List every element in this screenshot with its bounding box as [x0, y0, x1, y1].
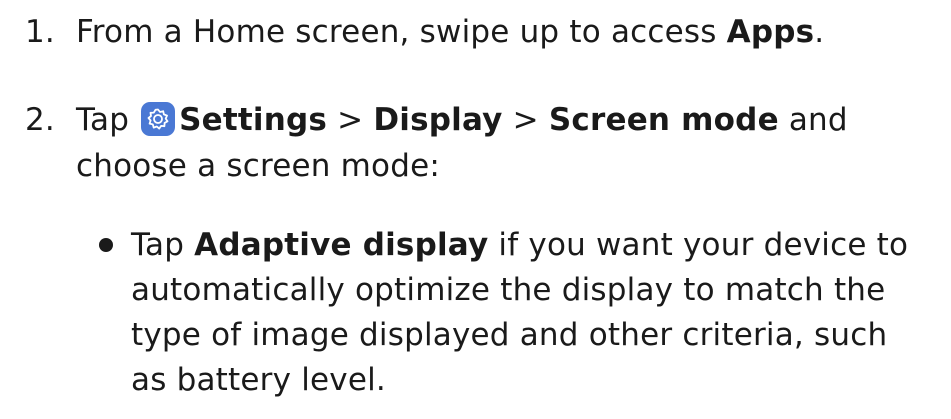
bullet-line-1: Tap Adaptive display if you want your de…	[131, 225, 908, 265]
bullet-line-3: type of image displayed and other criter…	[131, 317, 888, 353]
and-word: and	[778, 102, 848, 138]
step-1-text: From a Home screen, swipe up to access A…	[76, 12, 824, 52]
adaptive-display-label: Adaptive display	[194, 227, 489, 263]
display-label: Display	[373, 102, 503, 138]
separator: >	[502, 102, 549, 138]
step-1-prefix: From a Home screen, swipe up to access	[76, 14, 727, 50]
step-number: 1.	[25, 14, 55, 50]
step-number: 2.	[25, 102, 55, 138]
step-2-line-2: choose a screen mode:	[76, 148, 441, 184]
settings-gear-icon	[141, 102, 176, 136]
step-2-text: Tap Settings > Display > Screen mode and	[76, 100, 848, 140]
tap-word: Tap	[76, 102, 140, 138]
separator: >	[327, 102, 374, 138]
step-1-suffix: .	[814, 14, 825, 50]
bullet-line-2: automatically optimize the display to ma…	[131, 272, 886, 308]
bullet-line-4: as battery level.	[131, 362, 386, 398]
screen-mode-label: Screen mode	[548, 102, 779, 138]
apps-label: Apps	[726, 14, 815, 50]
instructions-page: 1. From a Home screen, swipe up to acces…	[0, 0, 951, 419]
bullet-dot	[99, 238, 113, 252]
tap-word: Tap	[131, 227, 195, 263]
settings-label: Settings	[179, 102, 328, 138]
bullet-line-1-rest: if you want your device to	[488, 227, 909, 263]
